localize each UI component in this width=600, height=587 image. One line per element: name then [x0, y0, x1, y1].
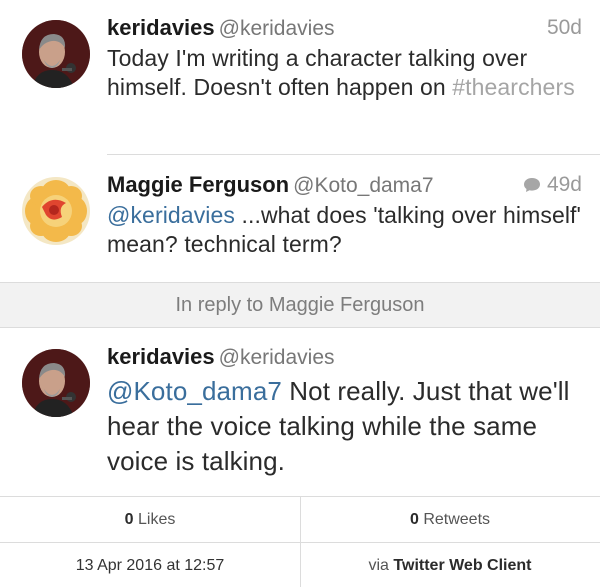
tweet-time: 49d: [546, 173, 582, 196]
speech-bubble-icon: [523, 178, 540, 192]
tweet-text: @Koto_dama7 Not really. Just that we'll …: [107, 374, 582, 479]
tweet-text: Today I'm writing a character talking ov…: [107, 44, 582, 102]
avatar-flower-icon: [22, 177, 90, 245]
in-reply-to-bar[interactable]: In reply to Maggie Ferguson: [0, 282, 600, 328]
tweet-time-wrapper: 49d: [523, 171, 582, 199]
via-prefix: via: [368, 557, 394, 574]
tweet-header: Maggie Ferguson @Koto_dama7: [107, 171, 582, 200]
user-handle[interactable]: @Koto_dama7: [293, 174, 433, 197]
likes-count: 0: [124, 511, 134, 528]
avatar[interactable]: [22, 20, 90, 88]
tweet-time: 50d: [546, 16, 582, 39]
mention-link[interactable]: @Koto_dama7: [107, 376, 282, 406]
tweet-source[interactable]: via Twitter Web Client: [300, 543, 600, 587]
user-name[interactable]: Maggie Ferguson: [107, 172, 289, 197]
tweet-header: keridavies @keridavies: [107, 14, 582, 43]
user-name[interactable]: keridavies: [107, 15, 215, 40]
tweet-date: 13 Apr 2016 at 12:57: [0, 543, 300, 587]
avatar[interactable]: [22, 349, 90, 417]
client-name[interactable]: Twitter Web Client: [393, 557, 531, 574]
likes-label: Likes: [133, 511, 176, 528]
tweet-keridavies-1[interactable]: keridavies @keridavies 50d Today I'm writ…: [0, 0, 600, 154]
retweets-count: 0: [409, 511, 419, 528]
tweet-text: @keridavies ...what does 'talking over h…: [107, 201, 582, 259]
tweet-maggie-ferguson[interactable]: Maggie Ferguson @Koto_dama7 49d @keridavi…: [0, 155, 600, 282]
retweets-label: Retweets: [418, 511, 491, 528]
hashtag-link[interactable]: #thearchers: [452, 74, 575, 100]
tweet-keridavies-focus: keridavies @keridavies @Koto_dama7 Not re…: [0, 329, 600, 496]
user-handle[interactable]: @keridavies: [219, 17, 335, 40]
likes-stat[interactable]: 0 Likes: [0, 497, 300, 542]
avatar-man-icon: [22, 349, 90, 417]
stats-vertical-divider: [300, 497, 301, 587]
user-name[interactable]: keridavies: [107, 344, 215, 369]
avatar[interactable]: [22, 177, 90, 245]
avatar-man-icon: [22, 20, 90, 88]
user-handle[interactable]: @keridavies: [219, 346, 335, 369]
mention-link[interactable]: @keridavies: [107, 202, 235, 228]
tweet-stats: 0 Likes 0 Retweets 13 Apr 2016 at 12:57 …: [0, 496, 600, 587]
tweet-header: keridavies @keridavies: [107, 343, 582, 372]
retweets-stat[interactable]: 0 Retweets: [300, 497, 600, 542]
in-reply-to-label: In reply to Maggie Ferguson: [175, 294, 425, 316]
tweet-date-text: 13 Apr 2016 at 12:57: [75, 557, 225, 574]
